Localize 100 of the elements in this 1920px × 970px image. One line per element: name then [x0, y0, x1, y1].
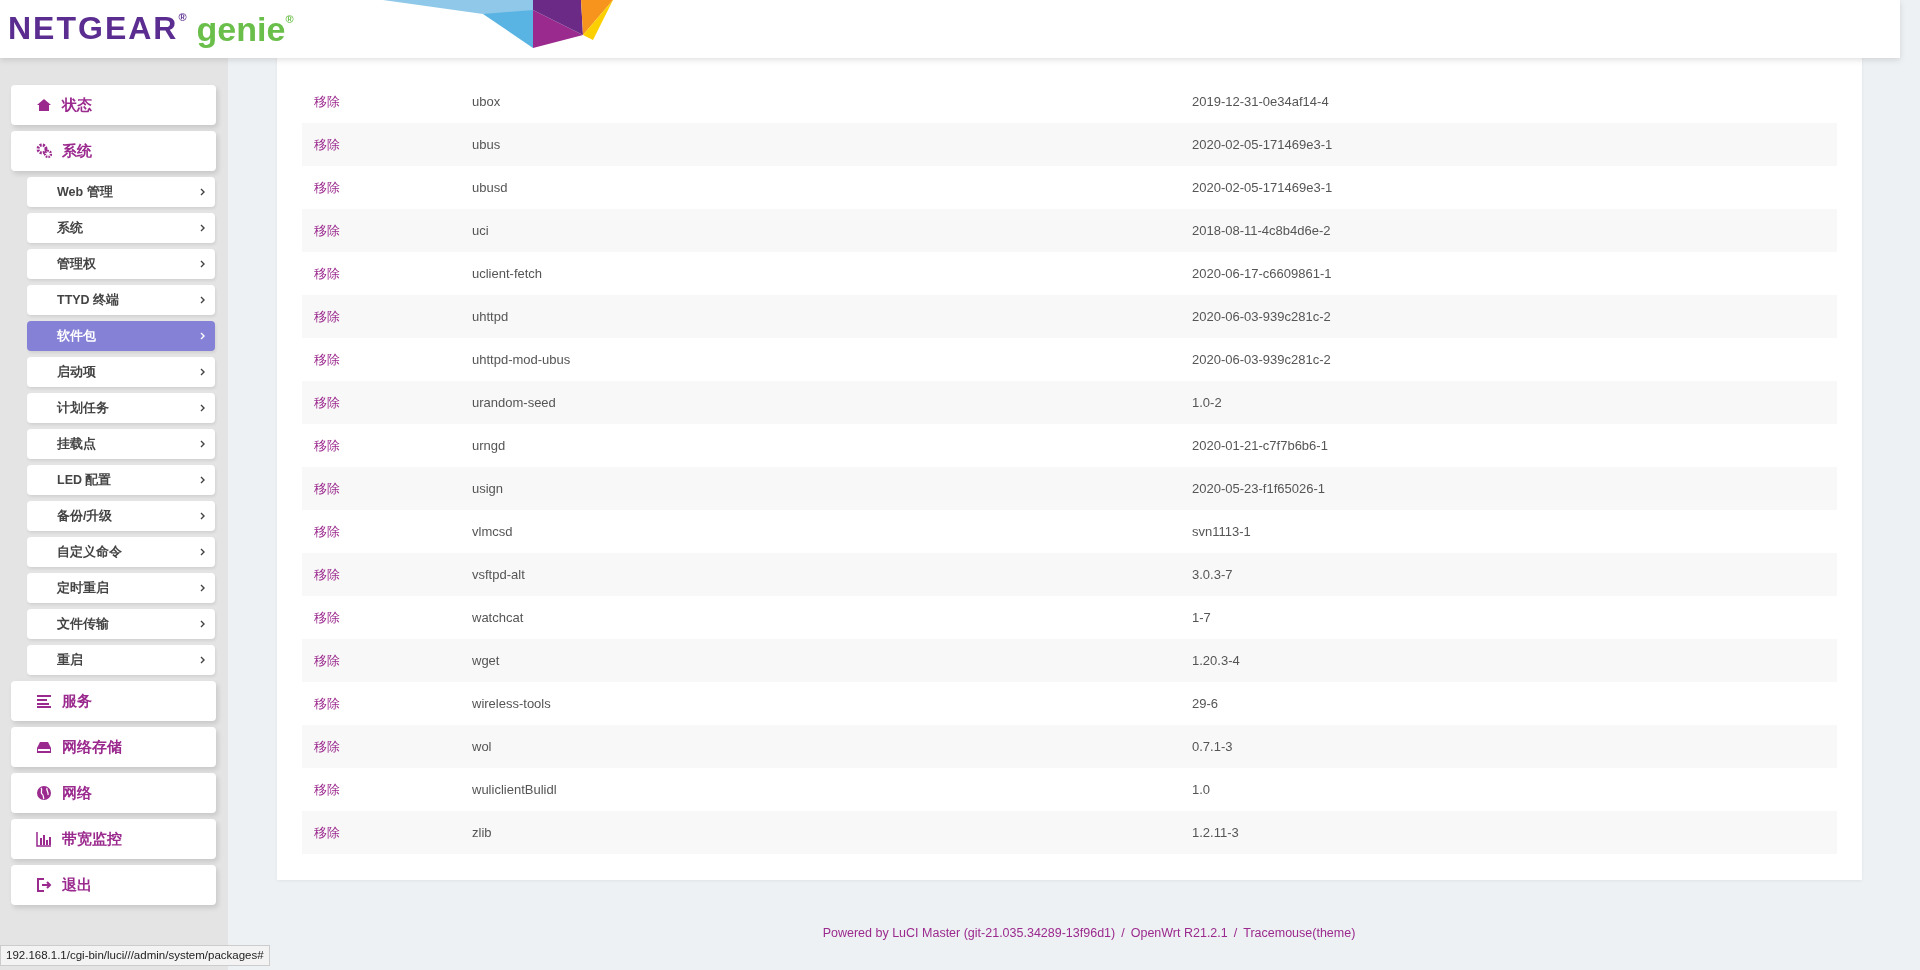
- sidebar-item[interactable]: 退出: [11, 865, 216, 905]
- remove-link[interactable]: 移除: [314, 738, 340, 754]
- package-name: ubusd: [472, 178, 509, 197]
- package-name: vlmcsd: [472, 522, 514, 541]
- chevron-icon: [200, 548, 205, 556]
- package-version: 1.0-2: [1192, 393, 1222, 412]
- chevron-icon: [200, 620, 205, 628]
- chevron-icon: [200, 476, 205, 484]
- chevron-icon: [200, 656, 205, 664]
- chevron-icon: [200, 404, 205, 412]
- package-version: 2020-06-03-939c281c-2: [1192, 350, 1331, 369]
- logout-icon: [36, 877, 52, 893]
- remove-link[interactable]: 移除: [314, 781, 340, 797]
- remove-link[interactable]: 移除: [314, 93, 340, 109]
- chevron-icon: [200, 332, 205, 340]
- chevron-icon: [200, 368, 205, 376]
- separator: /: [1121, 926, 1125, 940]
- package-version: 2020-01-21-c7f7b6b6-1: [1192, 436, 1328, 455]
- chevron-icon: [200, 440, 205, 448]
- home-icon: [36, 97, 52, 113]
- settings-icon: [36, 143, 52, 159]
- package-version: 2019-12-31-0e34af14-4: [1192, 92, 1329, 111]
- package-name: wuliclientBulidl: [472, 780, 558, 799]
- package-version: 2020-02-05-171469e3-1: [1192, 135, 1333, 154]
- submenu-item[interactable]: 系统: [27, 213, 215, 243]
- chevron-icon: [200, 512, 205, 520]
- remove-link[interactable]: 移除: [314, 566, 340, 582]
- remove-link[interactable]: 移除: [314, 265, 340, 281]
- remove-link[interactable]: 移除: [314, 824, 340, 840]
- package-version: 1.0: [1192, 780, 1211, 799]
- sidebar-item[interactable]: 网络: [11, 773, 216, 813]
- remove-link[interactable]: 移除: [314, 523, 340, 539]
- submenu-item[interactable]: Web 管理: [27, 177, 215, 207]
- chevron-icon: [200, 584, 205, 592]
- submenu-item[interactable]: 备份/升级: [27, 501, 215, 531]
- submenu-item[interactable]: 重启: [27, 645, 215, 675]
- remove-link[interactable]: 移除: [314, 652, 340, 668]
- remove-link[interactable]: 移除: [314, 308, 340, 324]
- chevron-icon: [200, 296, 205, 304]
- package-version: 2018-08-11-4c8b4d6e-2: [1192, 221, 1331, 240]
- menu-lines-icon: [36, 693, 52, 709]
- package-name: uci: [472, 221, 490, 240]
- package-name: uhttpd-mod-ubus: [472, 350, 572, 369]
- package-version: 2020-06-03-939c281c-2: [1192, 307, 1331, 326]
- package-name: vsftpd-alt: [472, 565, 526, 584]
- status-url: 192.168.1.1/cgi-bin/luci///admin/system/packages#: [0, 944, 270, 966]
- sidebar-item[interactable]: 服务: [11, 681, 216, 721]
- footer-link[interactable]: OpenWrt R21.2.1: [1130, 926, 1228, 940]
- remove-link[interactable]: 移除: [314, 136, 340, 152]
- package-version: 0.7.1-3: [1192, 737, 1233, 756]
- package-version: svn1113-1: [1192, 522, 1251, 541]
- package-version: 2020-05-23-f1f65026-1: [1192, 479, 1325, 498]
- package-name: uhttpd: [472, 307, 510, 326]
- sidebar-item[interactable]: 网络存储: [11, 727, 216, 767]
- submenu-item[interactable]: 定时重启: [27, 573, 215, 603]
- chevron-icon: [200, 224, 205, 232]
- submenu-item[interactable]: TTYD 终端: [27, 285, 215, 315]
- package-name: urngd: [472, 436, 507, 455]
- remove-link[interactable]: 移除: [314, 609, 340, 625]
- package-version: 2020-06-17-c6609861-1: [1192, 264, 1332, 283]
- package-name: uclient-fetch: [472, 264, 544, 283]
- remove-link[interactable]: 移除: [314, 222, 340, 238]
- package-name: watchcat: [472, 608, 525, 627]
- logo-text: NETGEAR$^{®}$: [8, 12, 187, 44]
- submenu-item[interactable]: 文件传输: [27, 609, 215, 639]
- remove-link[interactable]: 移除: [314, 695, 340, 711]
- drive-icon: [36, 739, 52, 755]
- submenu-item[interactable]: 管理权: [27, 249, 215, 279]
- remove-link[interactable]: 移除: [314, 480, 340, 496]
- package-name: ubox: [472, 92, 502, 111]
- chevron-icon: [200, 188, 205, 196]
- package-name: zlib: [472, 823, 493, 842]
- submenu-item[interactable]: 计划任务: [27, 393, 215, 423]
- submenu-item[interactable]: 自定义命令: [27, 537, 215, 567]
- package-version: 29-6: [1192, 694, 1219, 713]
- globe-icon: [36, 785, 52, 801]
- footer-link[interactable]: Powered by LuCI Master (git-21.035.34289-13f96d1): [822, 926, 1116, 940]
- sidebar-item[interactable]: 带宽监控: [11, 819, 216, 859]
- submenu-item[interactable]: 启动项: [27, 357, 215, 387]
- package-name: ubus: [472, 135, 502, 154]
- package-name: wol: [472, 737, 493, 756]
- package-version: 3.0.3-7: [1192, 565, 1233, 584]
- package-version: 1-7: [1192, 608, 1211, 627]
- remove-link[interactable]: 移除: [314, 179, 340, 195]
- remove-link[interactable]: 移除: [314, 351, 340, 367]
- submenu-item[interactable]: 挂载点: [27, 429, 215, 459]
- submenu-item[interactable]: LED 配置: [27, 465, 215, 495]
- separator: /: [1233, 926, 1238, 940]
- remove-link[interactable]: 移除: [314, 394, 340, 410]
- footer-link[interactable]: Tracemouse(theme): [1243, 926, 1356, 940]
- sidebar-item[interactable]: 状态: [11, 85, 216, 125]
- bar-chart-icon: [36, 831, 52, 847]
- product-name: genie$^{®}$: [196, 12, 294, 46]
- remove-link[interactable]: 移除: [314, 437, 340, 453]
- sidebar-item[interactable]: 系统: [11, 131, 216, 171]
- package-name: urandom-seed: [472, 393, 557, 412]
- chevron-icon: [200, 260, 205, 268]
- package-version: 1.2.11-3: [1192, 823, 1239, 842]
- package-name: wget: [472, 651, 501, 670]
- package-name: wireless-tools: [472, 694, 552, 713]
